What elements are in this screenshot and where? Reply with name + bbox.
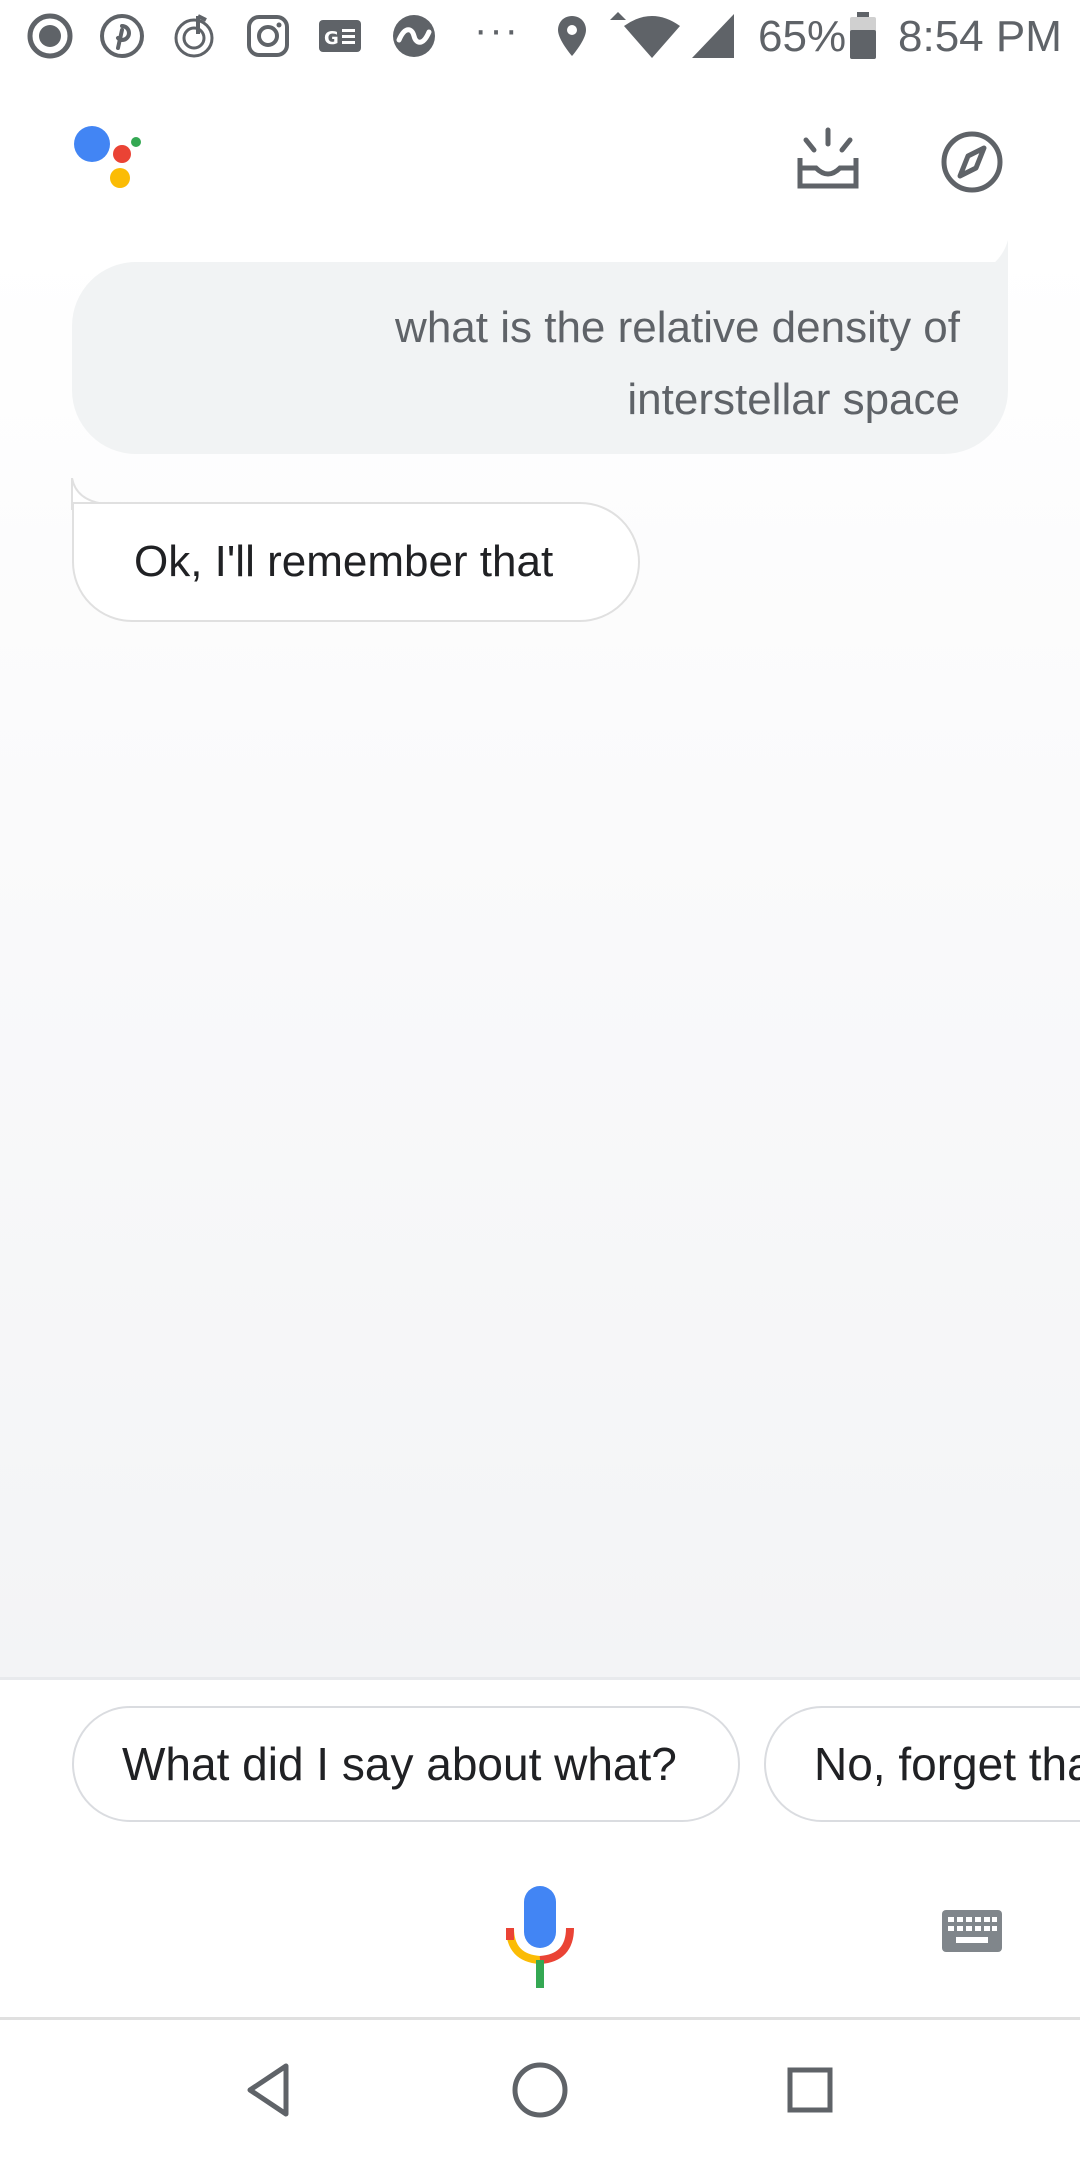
pinterest-icon [98,12,146,60]
aperture-icon [26,12,74,60]
snapshot-tray-icon[interactable] [788,122,868,202]
user-query-bubble[interactable]: what is the relative density of interste… [72,262,1008,454]
assistant-header [0,72,1080,242]
assistant-screen: G ··· 65% 8:54 PM what is the relative d… [0,0,1080,2160]
suggestion-chip[interactable]: No, forget that [764,1706,1080,1822]
mic-icon[interactable] [504,1884,576,1992]
compass-icon[interactable] [932,122,1012,202]
cell-signal-icon [690,12,738,60]
keyboard-icon[interactable] [940,1906,1004,1958]
assistant-reply-bubble: Ok, I'll remember that [72,502,640,622]
navigation-bar [0,2020,1080,2160]
user-query-line-1: what is the relative density of [395,303,960,352]
recents-icon[interactable] [774,2054,846,2126]
google-assistant-logo [72,124,152,204]
ge-icon: G [316,12,364,60]
suggestion-chips: What did I say about what? No, forget th… [0,1680,1080,1860]
svg-text:G: G [324,28,339,49]
overflow-notifications: ··· [474,8,520,52]
user-query-line-2: interstellar space [627,375,960,424]
suggestion-chip[interactable]: What did I say about what? [72,1706,740,1822]
back-icon[interactable] [234,2054,306,2126]
battery-icon [848,12,878,60]
wifi-icon [606,12,686,60]
battery-percent: 65% [758,12,847,61]
status-bar: G ··· 65% 8:54 PM [0,0,1080,72]
music-note-icon [170,12,218,60]
location-icon [548,12,596,60]
tidal-wave-icon [390,12,438,60]
clock: 8:54 PM [898,12,1062,61]
home-icon[interactable] [504,2054,576,2126]
instagram-icon [244,12,292,60]
input-row [0,1860,1080,2017]
conversation-area [0,242,1080,1677]
